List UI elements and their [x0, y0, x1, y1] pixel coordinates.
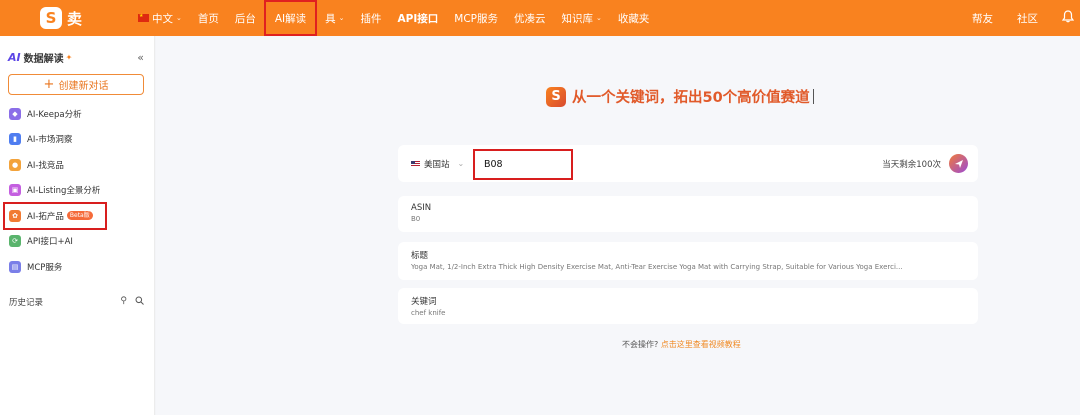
sidebar-menu: ◆ AI-Keepa分析 ▮ AI-市场洞察 ● AI-找竞品 ▣ AI-Lis… — [0, 101, 154, 280]
api-icon: ⟳ — [9, 235, 21, 248]
chevron-down-icon: ⌄ — [596, 14, 602, 22]
sidebar-item-competitor[interactable]: ● AI-找竞品 — [0, 152, 154, 178]
search-product-icon: ● — [9, 158, 21, 171]
sidebar-item-market[interactable]: ▮ AI-市场洞察 — [0, 127, 154, 153]
site-select-label: 美国站 — [424, 159, 450, 170]
nav-language[interactable]: 中文 ⌄ — [130, 0, 190, 36]
suggestion-value: Yoga Mat, 1/2-Inch Extra Thick High Dens… — [411, 263, 903, 271]
sidebar-item-listing[interactable]: ▣ AI-Listing全景分析 — [0, 178, 154, 204]
suggestion-label: 关键词 — [411, 297, 437, 307]
filter-icon[interactable]: ⚲ — [120, 296, 127, 308]
text-cursor — [812, 89, 814, 104]
expand-product-icon: ✿ — [9, 209, 21, 222]
history-label: 历史记录 — [9, 297, 44, 308]
sidebar-item-label: AI-找竞品 — [27, 160, 64, 171]
nav-help[interactable]: 帮友 — [972, 11, 993, 26]
nav-knowledge-label: 知识库 — [561, 12, 594, 25]
sidebar-header: AI 数据解读 ✦ « — [0, 36, 154, 66]
main-nav: 中文 ⌄ 首页 后台 AI解读 具 ⌄ 插件 API接口 MCP服务 优凑云 知… — [130, 0, 657, 36]
sidebar-item-label: AI-Keepa分析 — [27, 109, 82, 120]
chevron-down-icon: ⌄ — [176, 14, 182, 22]
suggestion-keyword[interactable]: 关键词 chef knife — [398, 288, 978, 324]
new-chat-label: 创建新对话 — [58, 81, 109, 92]
sidebar-item-label: AI-Listing全景分析 — [27, 186, 101, 197]
nav-ai-interpret[interactable]: AI解读 — [263, 0, 318, 36]
nav-community[interactable]: 社区 — [1017, 11, 1038, 26]
ai-logo-icon: AI — [8, 50, 21, 64]
suggestion-title[interactable]: 标题 Yoga Mat, 1/2-Inch Extra Thick High D… — [398, 242, 978, 280]
sidebar-item-label: AI-市场洞察 — [27, 135, 73, 146]
bell-icon[interactable] — [1061, 10, 1075, 26]
sidebar-title: 数据解读 — [23, 53, 64, 65]
top-navbar: S 卖 中文 ⌄ 首页 后台 AI解读 具 ⌄ 插件 API接口 MCP服务 优… — [0, 0, 1080, 36]
sidebar: AI 数据解读 ✦ « + 创建新对话 ◆ AI-Keepa分析 ▮ AI-市场… — [0, 36, 155, 415]
us-flag-icon — [411, 160, 420, 167]
send-icon — [954, 159, 963, 168]
new-chat-button[interactable]: + 创建新对话 — [8, 74, 144, 95]
slogan-text: 从一个关键词，拓出50个高价值赛道 — [572, 90, 810, 106]
bar-chart-icon: ▮ — [9, 133, 21, 146]
nav-api[interactable]: API接口 — [390, 0, 447, 36]
search-bar: 美国站 ⌄ 当天剩余100次 — [398, 145, 978, 182]
sidebar-item-label: AI-拓产品 — [27, 211, 64, 222]
suggestion-label: ASIN — [411, 203, 432, 213]
history-actions: ⚲ — [120, 296, 144, 308]
nav-favorites[interactable]: 收藏夹 — [610, 0, 658, 36]
send-button[interactable] — [949, 154, 968, 173]
sidebar-item-expand-product[interactable]: ✿ AI-拓产品 Beta版 — [3, 202, 107, 230]
sidebar-item-mcp[interactable]: ▤ MCP服务 — [0, 254, 154, 280]
mcp-icon: ▤ — [9, 260, 21, 273]
nav-plugins[interactable]: 插件 — [353, 0, 390, 36]
logo-icon: S — [40, 7, 62, 29]
site-select[interactable]: 美国站 ⌄ — [411, 158, 464, 170]
search-input[interactable] — [473, 149, 573, 180]
nav-tools[interactable]: 具 ⌄ — [317, 0, 352, 36]
nav-knowledge[interactable]: 知识库 ⌄ — [554, 0, 610, 36]
plus-icon: + — [43, 77, 55, 92]
main-panel: S 从一个关键词，拓出50个高价值赛道 美国站 ⌄ 当天剩余100次 ASIN … — [156, 36, 1080, 415]
nav-tools-label: 具 — [325, 12, 336, 25]
listing-icon: ▣ — [9, 184, 21, 197]
suggestion-value: chef knife — [411, 309, 446, 317]
slogan: S 从一个关键词，拓出50个高价值赛道 — [546, 86, 814, 107]
keepa-icon: ◆ — [9, 107, 21, 120]
search-icon[interactable] — [135, 296, 144, 308]
top-right-area: 帮友 社区 — [972, 0, 1080, 36]
help-text: 不会操作? 点击这里查看视频教程 — [622, 339, 741, 350]
suggestion-value: B0 — [411, 215, 421, 223]
brand-logo[interactable]: S 卖 — [40, 7, 130, 29]
chevron-down-icon: ⌄ — [457, 159, 465, 168]
nav-language-label: 中文 — [152, 12, 173, 25]
history-section: 历史记录 ⚲ — [0, 296, 154, 308]
logo-text: 卖 — [67, 9, 83, 28]
help-prefix: 不会操作? — [622, 340, 659, 349]
beta-badge: Beta版 — [66, 211, 93, 221]
suggestion-label: 标题 — [411, 251, 429, 261]
sidebar-item-label: API接口+AI — [27, 237, 73, 248]
sidebar-item-label: MCP服务 — [27, 262, 63, 273]
nav-cloud[interactable]: 优凑云 — [506, 0, 554, 36]
sparkle-icon: ✦ — [65, 52, 73, 62]
nav-mcp[interactable]: MCP服务 — [446, 0, 506, 36]
nav-home[interactable]: 首页 — [190, 0, 227, 36]
sidebar-item-api-ai[interactable]: ⟳ API接口+AI — [0, 229, 154, 255]
quota-text: 当天剩余100次 — [882, 159, 941, 170]
china-flag-icon — [138, 13, 149, 22]
nav-backend[interactable]: 后台 — [227, 0, 264, 36]
sidebar-item-keepa[interactable]: ◆ AI-Keepa分析 — [0, 101, 154, 127]
video-tutorial-link[interactable]: 点击这里查看视频教程 — [661, 340, 741, 349]
chevron-down-icon: ⌄ — [338, 14, 345, 22]
brand-logo-icon: S — [546, 86, 566, 107]
collapse-sidebar-icon[interactable]: « — [137, 51, 144, 64]
suggestion-asin[interactable]: ASIN B0 — [398, 196, 978, 232]
